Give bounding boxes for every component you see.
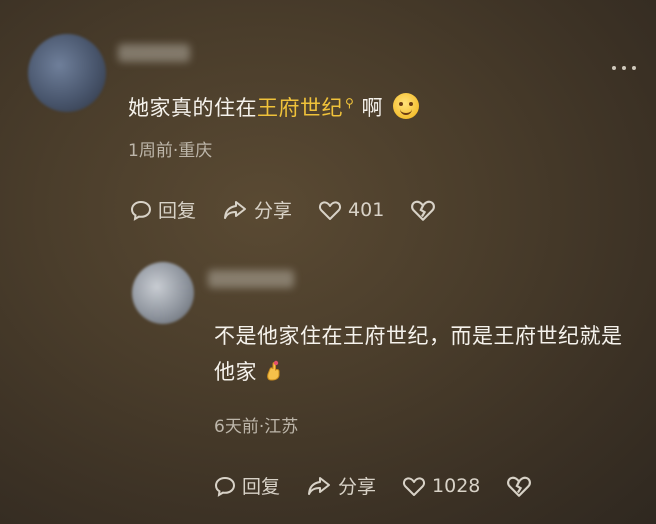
avatar[interactable] — [132, 262, 194, 324]
share-button[interactable]: 分享 — [222, 196, 292, 223]
broken-heart-icon — [507, 476, 532, 497]
reply-meta: 6天前·江苏 — [214, 417, 299, 437]
search-icon[interactable]: ⚲ — [345, 96, 354, 110]
reply-actions: 回复 分享 1028 — [214, 472, 538, 499]
like-button[interactable]: 401 — [318, 199, 384, 221]
comment-meta: 1周前·重庆 — [128, 141, 213, 161]
like-count: 1028 — [432, 474, 481, 497]
username-blurred[interactable] — [118, 44, 190, 62]
more-icon[interactable] — [612, 64, 636, 72]
reply-label: 回复 — [158, 200, 197, 222]
share-arrow-icon — [308, 476, 331, 495]
comment-bubble-icon — [130, 200, 152, 221]
heart-icon — [319, 200, 342, 220]
crossed-fingers-emoji — [267, 360, 280, 381]
like-button[interactable]: 1028 — [402, 475, 480, 497]
reply-button[interactable]: 回复 — [130, 196, 196, 223]
share-button[interactable]: 分享 — [306, 472, 376, 499]
reply-label: 回复 — [242, 476, 281, 498]
smiling-face-emoji — [392, 93, 419, 119]
comment-actions: 回复 分享 401 — [130, 196, 442, 223]
reply-button[interactable]: 回复 — [214, 472, 280, 499]
share-label: 分享 — [338, 476, 377, 498]
comment-text: 她家真的住在王府世纪 ⚲ 啊 — [128, 86, 419, 125]
comment-text-suffix: 啊 — [361, 96, 383, 120]
heart-icon — [403, 476, 426, 496]
like-count: 401 — [348, 198, 385, 221]
comment-text-prefix: 她家真的住在 — [128, 96, 257, 120]
search-link[interactable]: 王府世纪 — [257, 96, 343, 120]
broken-heart-icon — [411, 200, 436, 221]
comment-bubble-icon — [214, 476, 236, 497]
reply-text: 不是他家住在王府世纪，而是王府世纪就是他家 — [214, 318, 634, 390]
dislike-button[interactable] — [506, 474, 538, 498]
share-arrow-icon — [224, 200, 247, 219]
avatar[interactable] — [28, 34, 106, 112]
share-label: 分享 — [254, 200, 293, 222]
dislike-button[interactable] — [410, 198, 442, 222]
username-blurred[interactable] — [208, 270, 294, 288]
